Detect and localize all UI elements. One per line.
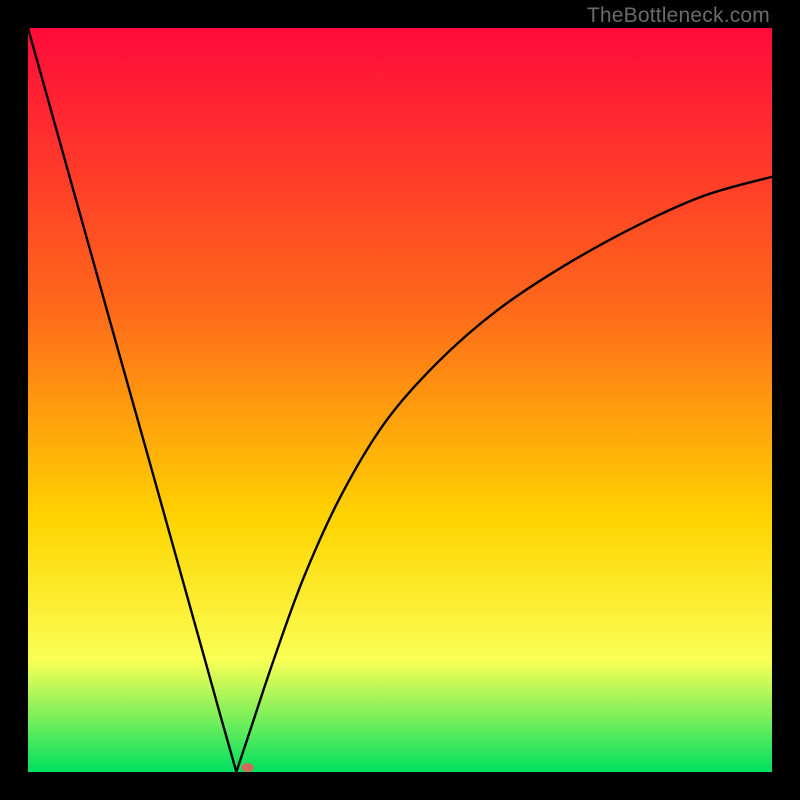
gradient-background xyxy=(28,28,772,772)
watermark-text: TheBottleneck.com xyxy=(587,4,770,28)
bottleneck-chart xyxy=(28,28,772,772)
chart-frame xyxy=(28,28,772,772)
minimum-marker xyxy=(241,763,253,772)
